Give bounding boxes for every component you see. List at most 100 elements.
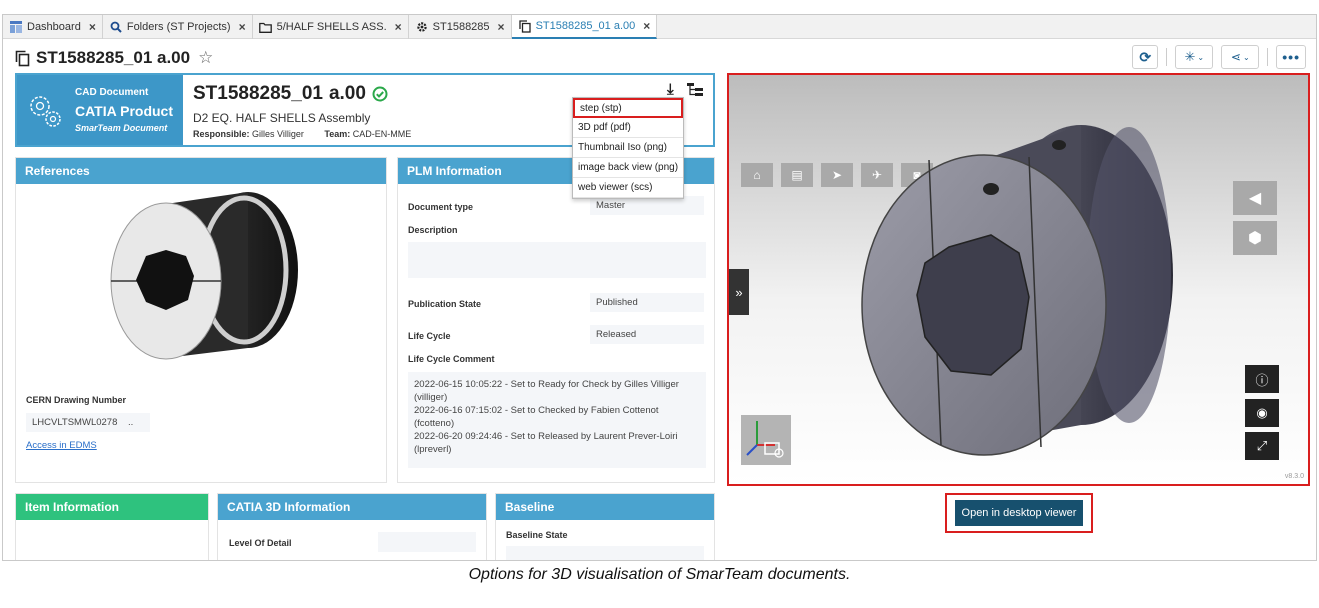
description-label: Description <box>408 225 458 235</box>
refresh-button[interactable]: ⟳ <box>1132 45 1159 69</box>
viewer-version: v8.3.0 <box>1284 473 1304 480</box>
menu-item-step[interactable]: step (stp) <box>573 98 683 118</box>
toolbar-divider <box>1166 48 1168 66</box>
gear-icon <box>415 20 429 34</box>
document-product: CATIA Product <box>75 103 173 119</box>
item-information-header: Item Information <box>16 494 208 520</box>
life-cycle-label: Life Cycle <box>408 331 451 341</box>
more-options-button[interactable]: ••• <box>1276 45 1306 69</box>
document-number: ST1588285_01 <box>193 83 323 104</box>
document-type-label: Document type <box>408 202 474 212</box>
close-icon[interactable]: × <box>395 20 402 34</box>
expand-icon: ⤢ <box>1256 438 1268 453</box>
baseline-header: Baseline <box>496 494 714 520</box>
comment-line: 2022-06-20 09:24:46 - Set to Released by… <box>414 431 678 455</box>
edms-link[interactable]: Access in EDMS <box>26 440 97 451</box>
open-desktop-viewer-wrapper: Open in desktop viewer <box>945 493 1093 533</box>
info-icon: ⓘ <box>1255 372 1269 388</box>
measure-tool-button[interactable]: ◀ <box>1233 181 1277 215</box>
drawing-number-label: CERN Drawing Number <box>26 395 127 405</box>
share-menu-button[interactable]: ⋖ ⌄ <box>1221 45 1260 69</box>
app-window: Dashboard × Folders (ST Projects) × 5/HA… <box>2 14 1317 561</box>
tab-label: Dashboard <box>27 21 81 33</box>
team-label: Team: <box>324 129 351 139</box>
menu-item-thumbnail-iso[interactable]: Thumbnail Iso (png) <box>573 138 683 158</box>
comment-line: 2022-06-16 07:15:02 - Set to Checked by … <box>414 405 659 429</box>
measure-icon: ◀ <box>1248 190 1262 207</box>
plm-panel: PLM Information Document type Master Des… <box>397 157 715 483</box>
publication-state-label: Publication State <box>408 299 482 309</box>
comment-line: 2022-06-15 10:05:22 - Set to Ready for C… <box>414 379 679 403</box>
life-cycle-value: Released <box>590 325 704 344</box>
info-button[interactable]: ⓘ <box>1245 365 1279 393</box>
close-icon[interactable]: × <box>239 20 246 34</box>
download-icon[interactable]: ⤓ <box>667 81 674 98</box>
tab-st1588285[interactable]: ST1588285 × <box>409 15 512 39</box>
menu-item-3d-pdf[interactable]: 3D pdf (pdf) <box>573 118 683 138</box>
3d-viewer[interactable]: » ⌂ ▤ ➤ ✈ ◙ ◀ ⬢ ⓘ ◉ ⤢ v8.3.0 <box>727 73 1310 486</box>
tab-label: 5/HALF SHELLS ASS. <box>276 21 387 33</box>
part-thumbnail <box>110 192 298 360</box>
page-title-text: ST1588285_01 a.00 <box>36 48 191 67</box>
document-title: ST1588285_01 a.00 <box>193 83 388 105</box>
part-3d-model <box>861 125 1173 456</box>
tab-dashboard[interactable]: Dashboard × <box>3 15 103 39</box>
header-toolbar: ⟳ ✳ ⌄ ⋖ ⌄ ••• <box>1132 45 1306 69</box>
catia-3d-header: CATIA 3D Information <box>218 494 486 520</box>
tab-st1588285-01[interactable]: ST1588285_01 a.00 × <box>511 15 658 39</box>
document-family: SmarTeam Document <box>75 123 168 133</box>
item-information-panel: Item Information <box>15 493 209 560</box>
team-value: CAD-EN-MME <box>352 129 412 139</box>
tab-half-shells[interactable]: 5/HALF SHELLS ASS. × <box>253 15 409 39</box>
fullscreen-button[interactable]: ⤢ <box>1245 432 1279 460</box>
tab-label: Folders (ST Projects) <box>126 21 231 33</box>
menu-item-web-viewer[interactable]: web viewer (scs) <box>573 178 683 198</box>
structure-tree-icon[interactable] <box>687 82 703 103</box>
baseline-state-label: Baseline State <box>506 530 568 540</box>
copy-icon <box>15 50 30 67</box>
open-desktop-viewer-button[interactable]: Open in desktop viewer <box>954 500 1084 526</box>
visibility-button[interactable]: ◉ <box>1245 399 1279 427</box>
document-type: CAD Document <box>75 87 149 98</box>
chevron-down-icon: ⌄ <box>1242 52 1250 62</box>
copy-icon <box>518 19 532 33</box>
tab-label: ST1588285_01 a.00 <box>535 20 636 32</box>
page-title: ST1588285_01 a.00 ☆ <box>15 45 213 71</box>
download-format-menu: step (stp) 3D pdf (pdf) Thumbnail Iso (p… <box>572 97 684 199</box>
check-circle-icon <box>372 86 388 102</box>
search-icon <box>109 20 123 34</box>
baseline-panel: Baseline Baseline State <box>495 493 715 560</box>
chevron-down-icon: ⌄ <box>1197 52 1205 62</box>
document-revision: a.00 <box>328 83 366 104</box>
tab-label: ST1588285 <box>432 21 490 33</box>
more-indicator[interactable]: .. <box>128 417 133 428</box>
star-icon[interactable]: ☆ <box>198 48 213 68</box>
document-type-banner: CAD Document CATIA Product SmarTeam Docu… <box>17 75 183 145</box>
share-icon: ⋖ <box>1230 50 1241 64</box>
close-icon[interactable]: × <box>498 20 505 34</box>
references-header: References <box>16 158 386 184</box>
axis-triad <box>741 415 791 465</box>
tab-bar: Dashboard × Folders (ST Projects) × 5/HA… <box>3 15 1316 39</box>
life-cycle-comment-label: Life Cycle Comment <box>408 354 495 364</box>
tab-folders[interactable]: Folders (ST Projects) × <box>103 15 253 39</box>
document-meta: Responsible: Gilles Villiger Team: CAD-E… <box>193 129 411 139</box>
eye-slash-icon: ◉ <box>1256 405 1268 420</box>
responsible-label: Responsible: <box>193 129 250 139</box>
menu-item-image-back-view[interactable]: image back view (png) <box>573 158 683 178</box>
close-icon[interactable]: × <box>89 20 96 34</box>
publication-state-value: Published <box>590 293 704 312</box>
network-menu-button[interactable]: ✳ ⌄ <box>1175 45 1214 69</box>
dashboard-icon <box>9 20 23 34</box>
cad-assembly-icon <box>30 96 61 127</box>
document-subtitle: D2 EQ. HALF SHELLS Assembly <box>193 111 371 125</box>
cube-view-button[interactable]: ⬢ <box>1233 221 1277 255</box>
description-value <box>408 242 706 278</box>
life-cycle-comments: 2022-06-15 10:05:22 - Set to Ready for C… <box>408 372 706 468</box>
toolbar-divider <box>1267 48 1269 66</box>
close-icon[interactable]: × <box>643 19 650 33</box>
level-of-detail-value <box>378 532 476 552</box>
catia-3d-panel: CATIA 3D Information Level Of Detail <box>217 493 487 560</box>
references-panel: References CERN Drawing Number LHCVLTSMW… <box>15 157 387 483</box>
refresh-icon: ⟳ <box>1139 48 1152 65</box>
